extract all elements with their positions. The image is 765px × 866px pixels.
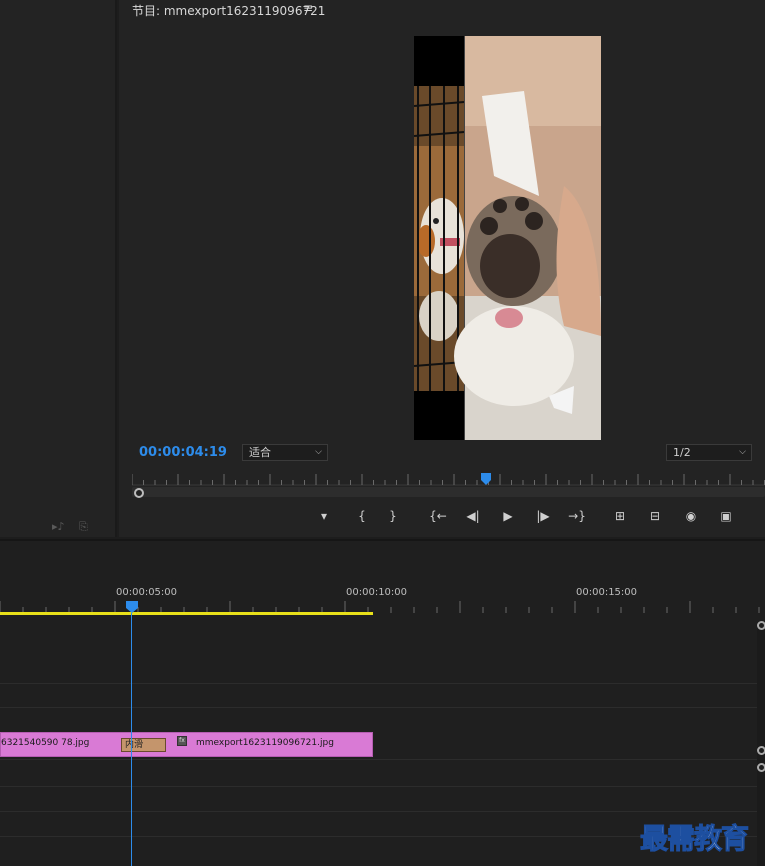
- comparison-view-button[interactable]: ▣: [715, 507, 737, 525]
- time-label-5s: 00:00:05:00: [116, 587, 178, 598]
- zoom-fit-value: 适合: [249, 446, 271, 459]
- premiere-workspace: ▸♪ ⎘ 节目: mmexport1623119096721 ≡ 00:00:0…: [0, 0, 765, 866]
- scrub-bar-handle[interactable]: [134, 488, 144, 498]
- scrollbar-handle-top[interactable]: [757, 621, 765, 630]
- playhead-line: [131, 613, 132, 866]
- track-divider: [0, 759, 757, 760]
- project-panel: ▸♪ ⎘: [0, 0, 117, 537]
- mark-in-button[interactable]: {: [351, 507, 373, 525]
- time-label-15s: 00:00:15:00: [576, 587, 638, 598]
- clip-name-right: mmexport1623119096721.jpg: [196, 738, 334, 748]
- playback-resolution-dropdown[interactable]: 1/2 ⌵: [666, 444, 752, 461]
- chevron-down-icon: ⌵: [739, 447, 746, 457]
- video-preview-image: [414, 36, 601, 440]
- monitor-scrub-bar[interactable]: [132, 487, 765, 497]
- program-monitor: 节目: mmexport1623119096721 ≡ 00:00:04:19 …: [119, 0, 765, 537]
- transition-clip[interactable]: 内滑: [121, 738, 166, 752]
- timeline-playhead[interactable]: [126, 601, 138, 613]
- time-label-10s: 00:00:10:00: [346, 587, 408, 598]
- play-button[interactable]: ▶: [497, 507, 519, 525]
- chevron-down-icon: ⌵: [315, 447, 322, 457]
- fx-badge: fx: [177, 736, 187, 746]
- audio-icon[interactable]: ▸♪: [52, 520, 65, 533]
- clip-name-left: 6321540590 78.jpg: [1, 738, 90, 748]
- go-to-in-button[interactable]: {←: [427, 507, 449, 525]
- zoom-fit-dropdown[interactable]: 适合 ⌵: [242, 444, 328, 461]
- video-frame: [414, 36, 601, 440]
- extract-button[interactable]: ⊟: [644, 507, 666, 525]
- track-divider: [0, 786, 757, 787]
- add-marker-button[interactable]: ▾: [313, 507, 335, 525]
- mark-out-button[interactable]: }: [382, 507, 404, 525]
- go-to-out-button[interactable]: →}: [566, 507, 588, 525]
- scrollbar-handle-bottom[interactable]: [757, 763, 765, 772]
- monitor-playhead[interactable]: [481, 473, 492, 485]
- export-frame-button[interactable]: ◉: [680, 507, 702, 525]
- export-icon[interactable]: ⎘: [79, 520, 88, 534]
- track-divider: [0, 811, 757, 812]
- panel-menu-icon[interactable]: ≡: [303, 1, 313, 15]
- monitor-title: 节目: mmexport1623119096721: [132, 4, 326, 18]
- work-area-bar[interactable]: [0, 612, 373, 615]
- step-forward-button[interactable]: |▶: [532, 507, 554, 525]
- lift-button[interactable]: ⊞: [609, 507, 631, 525]
- monitor-time-ruler[interactable]: [132, 472, 765, 486]
- timecode-display[interactable]: 00:00:04:19: [139, 445, 227, 460]
- scrollbar-handle-middle[interactable]: [757, 746, 765, 755]
- playback-resolution-value: 1/2: [673, 446, 691, 459]
- watermark-logo: 最需教育: [639, 822, 749, 856]
- step-back-button[interactable]: ◀|: [462, 507, 484, 525]
- track-divider: [0, 683, 757, 684]
- track-divider: [0, 707, 757, 708]
